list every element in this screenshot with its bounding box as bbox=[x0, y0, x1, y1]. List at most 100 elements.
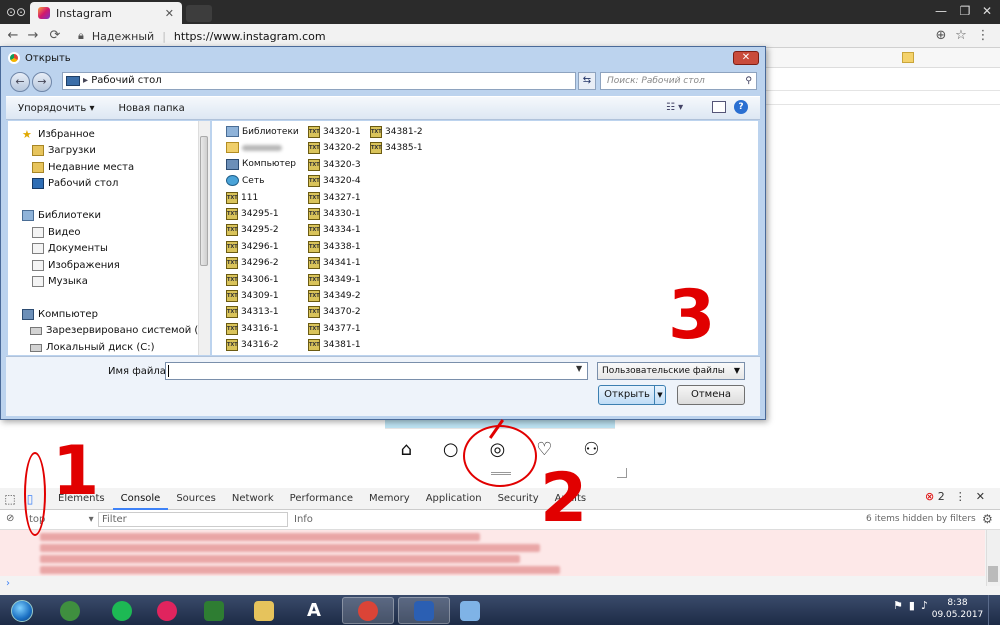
file-item[interactable]: TXT 34316-2 bbox=[226, 339, 279, 352]
nav-item[interactable]: Компьютер bbox=[22, 309, 98, 320]
file-item[interactable]: TXT 34320-3 bbox=[308, 158, 361, 171]
tab-console[interactable]: Console bbox=[112, 488, 169, 510]
nav-item[interactable]: Изображения bbox=[32, 260, 120, 271]
clear-console-icon[interactable]: ⊘ bbox=[6, 513, 14, 524]
taskbar-app-notepad[interactable] bbox=[444, 597, 496, 624]
cancel-button[interactable]: Отмена bbox=[677, 385, 745, 405]
search-icon[interactable]: ○ bbox=[443, 439, 459, 460]
file-item[interactable]: TXT 34309-1 bbox=[226, 290, 279, 302]
minimize-button[interactable]: — bbox=[930, 2, 952, 20]
view-options-icon[interactable]: ☷ ▾ bbox=[666, 102, 683, 113]
file-item[interactable]: TXT 34320-4 bbox=[308, 175, 361, 188]
forward-icon[interactable]: → bbox=[32, 72, 52, 92]
resize-grip[interactable] bbox=[617, 468, 627, 478]
inspect-icon[interactable]: ⬚ bbox=[0, 492, 20, 506]
nav-item[interactable]: ★ Избранное bbox=[22, 129, 95, 140]
file-item[interactable]: TXT 34296-1 bbox=[226, 240, 279, 253]
tab-close-icon[interactable]: ✕ bbox=[165, 7, 174, 20]
tray-flag-icon[interactable]: ⚑ bbox=[893, 599, 903, 612]
address-bar[interactable]: 🔒︎ Надежный | https://www.instagram.com bbox=[78, 27, 978, 45]
file-item[interactable]: TXT 34381-1 bbox=[308, 339, 361, 352]
taskbar-app-chart[interactable] bbox=[188, 597, 240, 624]
error-badge[interactable]: ⊗ 2 bbox=[925, 490, 945, 503]
new-folder-button[interactable]: Новая папка bbox=[106, 103, 196, 114]
refresh-icon[interactable]: ⇆ bbox=[578, 72, 596, 90]
help-icon[interactable]: ? bbox=[734, 100, 748, 114]
nav-item[interactable]: Видео bbox=[32, 227, 81, 238]
start-button[interactable] bbox=[2, 597, 42, 624]
console-scroll-thumb[interactable] bbox=[988, 566, 998, 582]
filename-input[interactable] bbox=[165, 362, 588, 380]
nav-item[interactable]: Музыка bbox=[32, 276, 88, 287]
console-prompt[interactable]: › bbox=[6, 578, 10, 589]
file-item[interactable]: TXT 34306-1 bbox=[226, 273, 279, 286]
network-icon[interactable]: ▮ bbox=[909, 599, 915, 612]
log-level-select[interactable]: Info bbox=[294, 514, 354, 525]
open-button[interactable]: Открыть ▼ bbox=[598, 385, 666, 405]
heart-icon[interactable]: ♡ bbox=[536, 439, 552, 460]
file-item[interactable]: TXT 34316-1 bbox=[226, 322, 279, 335]
show-desktop-button[interactable] bbox=[988, 595, 1000, 625]
file-item[interactable]: TXT 34330-1 bbox=[308, 208, 361, 220]
file-item[interactable]: TXT 34349-1 bbox=[308, 273, 361, 286]
file-item[interactable]: TXT 34381-2 bbox=[370, 126, 423, 138]
file-item[interactable]: TXT 34349-2 bbox=[308, 290, 361, 302]
file-item[interactable]: TXT 34338-1 bbox=[308, 240, 361, 253]
console-filter-input[interactable]: Filter bbox=[98, 512, 288, 527]
new-tab-button[interactable] bbox=[186, 5, 212, 22]
taskbar-app-chrome[interactable] bbox=[342, 597, 394, 624]
taskbar-app-camera[interactable] bbox=[141, 597, 193, 624]
file-item[interactable]: TXT 34296-2 bbox=[226, 257, 279, 270]
tab-network[interactable]: Network bbox=[224, 488, 282, 510]
devtools-menu-icon[interactable]: ⋮ bbox=[955, 490, 966, 503]
taskbar-app-media[interactable] bbox=[398, 597, 450, 624]
maximize-button[interactable]: ❐ bbox=[954, 2, 976, 20]
file-item[interactable]: TXT 34313-1 bbox=[226, 306, 279, 319]
file-item[interactable]: Сеть bbox=[226, 175, 264, 187]
close-window-button[interactable]: ✕ bbox=[976, 2, 998, 20]
file-item[interactable]: TXT 34334-1 bbox=[308, 224, 361, 237]
file-item[interactable]: TXT 34370-2 bbox=[308, 306, 361, 319]
preview-pane-icon[interactable] bbox=[712, 101, 726, 113]
clock[interactable]: 8:38 09.05.2017 bbox=[930, 597, 985, 621]
volume-icon[interactable]: ♪ bbox=[921, 599, 928, 612]
tab-memory[interactable]: Memory bbox=[361, 488, 418, 510]
nav-item[interactable]: Недавние места bbox=[32, 162, 134, 173]
home-icon[interactable]: ⌂ bbox=[400, 439, 411, 460]
tab-performance[interactable]: Performance bbox=[282, 488, 361, 510]
bookmark-folder-icon[interactable] bbox=[902, 52, 914, 63]
taskbar-app-explorer[interactable] bbox=[238, 597, 290, 624]
file-item[interactable]: TXT 34385-1 bbox=[370, 142, 423, 155]
back-icon[interactable]: ← bbox=[4, 27, 22, 45]
filename-dropdown-icon[interactable]: ▼ bbox=[576, 364, 582, 373]
devtools-close-icon[interactable]: ✕ bbox=[976, 490, 985, 503]
browser-tab-instagram[interactable]: Instagram ✕ bbox=[30, 2, 182, 24]
dialog-path-bar[interactable]: ▸ Рабочий стол bbox=[62, 72, 576, 90]
taskbar-app-font[interactable]: A bbox=[288, 597, 340, 624]
filetype-select[interactable]: Пользовательские файлы ▼ bbox=[597, 362, 745, 380]
nav-scroll-thumb[interactable] bbox=[200, 136, 208, 266]
file-item[interactable]: TXT 34341-1 bbox=[308, 257, 361, 270]
file-item[interactable] bbox=[226, 142, 282, 154]
taskbar-app-globe[interactable] bbox=[44, 597, 96, 624]
console-settings-icon[interactable]: ⚙ bbox=[982, 512, 993, 526]
file-item[interactable]: TXT 111 bbox=[226, 191, 258, 204]
nav-item[interactable]: Загрузки bbox=[32, 145, 96, 156]
file-item[interactable]: TXT 34320-1 bbox=[308, 126, 361, 138]
tab-application[interactable]: Application bbox=[418, 488, 490, 510]
dialog-close-button[interactable]: ✕ bbox=[733, 51, 759, 65]
menu-icon[interactable]: ⋮ bbox=[974, 27, 992, 45]
zoom-icon[interactable]: ⊕ bbox=[932, 27, 950, 45]
reload-icon[interactable]: ⟳ bbox=[46, 27, 64, 45]
nav-item[interactable]: Локальный диск (C:) bbox=[30, 342, 155, 353]
nav-item[interactable]: Библиотеки bbox=[22, 210, 101, 221]
file-item[interactable]: TXT 34327-1 bbox=[308, 191, 361, 204]
file-item[interactable]: TXT 34295-2 bbox=[226, 224, 279, 237]
back-icon[interactable]: ← bbox=[10, 72, 30, 92]
forward-icon[interactable]: → bbox=[24, 27, 42, 45]
tab-security[interactable]: Security bbox=[490, 488, 547, 510]
nav-item[interactable]: Зарезервировано системой (B:) bbox=[30, 325, 209, 336]
bookmark-star-icon[interactable]: ☆ bbox=[952, 27, 970, 45]
open-split-dropdown-icon[interactable]: ▼ bbox=[654, 386, 665, 404]
file-item[interactable]: TXT 34377-1 bbox=[308, 322, 361, 335]
